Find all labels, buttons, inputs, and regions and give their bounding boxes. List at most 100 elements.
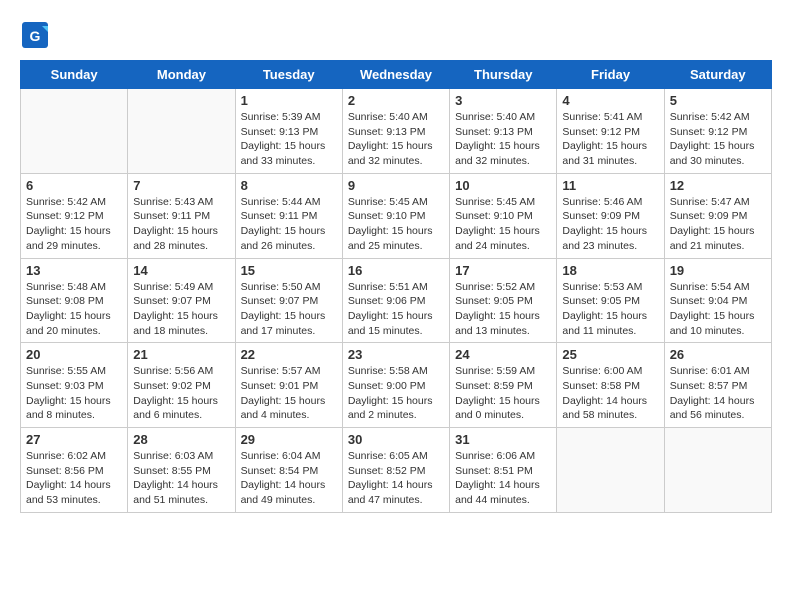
calendar-cell: 4 Sunrise: 5:41 AM Sunset: 9:12 PM Daylig…: [557, 89, 664, 174]
calendar-cell: 2 Sunrise: 5:40 AM Sunset: 9:13 PM Daylig…: [342, 89, 449, 174]
day-number: 1: [241, 93, 337, 108]
day-info: Sunrise: 5:40 AM Sunset: 9:13 PM Dayligh…: [348, 110, 444, 169]
day-info: Sunrise: 6:06 AM Sunset: 8:51 PM Dayligh…: [455, 449, 551, 508]
calendar-cell: 6 Sunrise: 5:42 AM Sunset: 9:12 PM Daylig…: [21, 173, 128, 258]
day-number: 11: [562, 178, 658, 193]
calendar-cell: 3 Sunrise: 5:40 AM Sunset: 9:13 PM Daylig…: [450, 89, 557, 174]
day-number: 5: [670, 93, 766, 108]
day-header-friday: Friday: [557, 61, 664, 89]
day-info: Sunrise: 5:55 AM Sunset: 9:03 PM Dayligh…: [26, 364, 122, 423]
calendar-table: SundayMondayTuesdayWednesdayThursdayFrid…: [20, 60, 772, 513]
calendar-week-4: 20 Sunrise: 5:55 AM Sunset: 9:03 PM Dayli…: [21, 343, 772, 428]
page-header: G: [20, 20, 772, 50]
calendar-week-1: 1Sunrise: 5:39 AM Sunset: 9:13 PM Daylig…: [21, 89, 772, 174]
day-info: Sunrise: 5:52 AM Sunset: 9:05 PM Dayligh…: [455, 280, 551, 339]
day-number: 2: [348, 93, 444, 108]
calendar-cell: 17 Sunrise: 5:52 AM Sunset: 9:05 PM Dayli…: [450, 258, 557, 343]
day-info: Sunrise: 5:58 AM Sunset: 9:00 PM Dayligh…: [348, 364, 444, 423]
day-number: 19: [670, 263, 766, 278]
day-info: Sunrise: 5:54 AM Sunset: 9:04 PM Dayligh…: [670, 280, 766, 339]
day-number: 14: [133, 263, 229, 278]
day-number: 22: [241, 347, 337, 362]
calendar-cell: [21, 89, 128, 174]
day-header-saturday: Saturday: [664, 61, 771, 89]
day-number: 29: [241, 432, 337, 447]
logo: G: [20, 20, 54, 50]
day-number: 10: [455, 178, 551, 193]
calendar-cell: 31Sunrise: 6:06 AM Sunset: 8:51 PM Dayli…: [450, 428, 557, 513]
day-number: 28: [133, 432, 229, 447]
calendar-cell: 25Sunrise: 6:00 AM Sunset: 8:58 PM Dayli…: [557, 343, 664, 428]
day-info: Sunrise: 5:45 AM Sunset: 9:10 PM Dayligh…: [455, 195, 551, 254]
calendar-cell: 28 Sunrise: 6:03 AM Sunset: 8:55 PM Dayli…: [128, 428, 235, 513]
calendar-header-row: SundayMondayTuesdayWednesdayThursdayFrid…: [21, 61, 772, 89]
day-number: 4: [562, 93, 658, 108]
day-info: Sunrise: 6:05 AM Sunset: 8:52 PM Dayligh…: [348, 449, 444, 508]
calendar-cell: 27Sunrise: 6:02 AM Sunset: 8:56 PM Dayli…: [21, 428, 128, 513]
day-number: 26: [670, 347, 766, 362]
day-number: 16: [348, 263, 444, 278]
calendar-cell: 7 Sunrise: 5:43 AM Sunset: 9:11 PM Daylig…: [128, 173, 235, 258]
day-info: Sunrise: 5:40 AM Sunset: 9:13 PM Dayligh…: [455, 110, 551, 169]
day-info: Sunrise: 6:03 AM Sunset: 8:55 PM Dayligh…: [133, 449, 229, 508]
day-info: Sunrise: 5:41 AM Sunset: 9:12 PM Dayligh…: [562, 110, 658, 169]
day-number: 13: [26, 263, 122, 278]
day-info: Sunrise: 5:46 AM Sunset: 9:09 PM Dayligh…: [562, 195, 658, 254]
day-number: 9: [348, 178, 444, 193]
calendar-cell: 10 Sunrise: 5:45 AM Sunset: 9:10 PM Dayli…: [450, 173, 557, 258]
day-number: 24: [455, 347, 551, 362]
day-info: Sunrise: 6:01 AM Sunset: 8:57 PM Dayligh…: [670, 364, 766, 423]
day-info: Sunrise: 5:57 AM Sunset: 9:01 PM Dayligh…: [241, 364, 337, 423]
calendar-cell: 1Sunrise: 5:39 AM Sunset: 9:13 PM Daylig…: [235, 89, 342, 174]
calendar-cell: 30 Sunrise: 6:05 AM Sunset: 8:52 PM Dayli…: [342, 428, 449, 513]
day-info: Sunrise: 5:49 AM Sunset: 9:07 PM Dayligh…: [133, 280, 229, 339]
day-number: 15: [241, 263, 337, 278]
calendar-cell: 19 Sunrise: 5:54 AM Sunset: 9:04 PM Dayli…: [664, 258, 771, 343]
day-number: 6: [26, 178, 122, 193]
day-info: Sunrise: 5:50 AM Sunset: 9:07 PM Dayligh…: [241, 280, 337, 339]
calendar-cell: 15 Sunrise: 5:50 AM Sunset: 9:07 PM Dayli…: [235, 258, 342, 343]
day-number: 25: [562, 347, 658, 362]
calendar-cell: 12 Sunrise: 5:47 AM Sunset: 9:09 PM Dayli…: [664, 173, 771, 258]
calendar-cell: 11 Sunrise: 5:46 AM Sunset: 9:09 PM Dayli…: [557, 173, 664, 258]
day-info: Sunrise: 5:47 AM Sunset: 9:09 PM Dayligh…: [670, 195, 766, 254]
day-info: Sunrise: 5:59 AM Sunset: 8:59 PM Dayligh…: [455, 364, 551, 423]
calendar-cell: [664, 428, 771, 513]
day-number: 7: [133, 178, 229, 193]
day-info: Sunrise: 5:43 AM Sunset: 9:11 PM Dayligh…: [133, 195, 229, 254]
calendar-cell: 13 Sunrise: 5:48 AM Sunset: 9:08 PM Dayli…: [21, 258, 128, 343]
calendar-cell: 29Sunrise: 6:04 AM Sunset: 8:54 PM Dayli…: [235, 428, 342, 513]
day-info: Sunrise: 5:51 AM Sunset: 9:06 PM Dayligh…: [348, 280, 444, 339]
day-info: Sunrise: 5:48 AM Sunset: 9:08 PM Dayligh…: [26, 280, 122, 339]
day-number: 3: [455, 93, 551, 108]
calendar-cell: 23 Sunrise: 5:58 AM Sunset: 9:00 PM Dayli…: [342, 343, 449, 428]
day-info: Sunrise: 5:42 AM Sunset: 9:12 PM Dayligh…: [670, 110, 766, 169]
day-info: Sunrise: 5:45 AM Sunset: 9:10 PM Dayligh…: [348, 195, 444, 254]
calendar-cell: [128, 89, 235, 174]
calendar-cell: 18Sunrise: 5:53 AM Sunset: 9:05 PM Dayli…: [557, 258, 664, 343]
calendar-cell: 26 Sunrise: 6:01 AM Sunset: 8:57 PM Dayli…: [664, 343, 771, 428]
day-number: 30: [348, 432, 444, 447]
day-number: 23: [348, 347, 444, 362]
day-number: 20: [26, 347, 122, 362]
day-number: 12: [670, 178, 766, 193]
calendar-cell: 8 Sunrise: 5:44 AM Sunset: 9:11 PM Daylig…: [235, 173, 342, 258]
calendar-cell: 22 Sunrise: 5:57 AM Sunset: 9:01 PM Dayli…: [235, 343, 342, 428]
day-header-wednesday: Wednesday: [342, 61, 449, 89]
day-number: 17: [455, 263, 551, 278]
calendar-cell: 20 Sunrise: 5:55 AM Sunset: 9:03 PM Dayli…: [21, 343, 128, 428]
day-info: Sunrise: 5:42 AM Sunset: 9:12 PM Dayligh…: [26, 195, 122, 254]
day-header-tuesday: Tuesday: [235, 61, 342, 89]
calendar-week-3: 13 Sunrise: 5:48 AM Sunset: 9:08 PM Dayli…: [21, 258, 772, 343]
day-info: Sunrise: 5:56 AM Sunset: 9:02 PM Dayligh…: [133, 364, 229, 423]
calendar-cell: 16 Sunrise: 5:51 AM Sunset: 9:06 PM Dayli…: [342, 258, 449, 343]
day-header-thursday: Thursday: [450, 61, 557, 89]
day-header-sunday: Sunday: [21, 61, 128, 89]
calendar-cell: 9 Sunrise: 5:45 AM Sunset: 9:10 PM Daylig…: [342, 173, 449, 258]
day-info: Sunrise: 5:44 AM Sunset: 9:11 PM Dayligh…: [241, 195, 337, 254]
day-number: 21: [133, 347, 229, 362]
calendar-cell: 24 Sunrise: 5:59 AM Sunset: 8:59 PM Dayli…: [450, 343, 557, 428]
day-info: Sunrise: 6:02 AM Sunset: 8:56 PM Dayligh…: [26, 449, 122, 508]
calendar-cell: [557, 428, 664, 513]
day-number: 8: [241, 178, 337, 193]
